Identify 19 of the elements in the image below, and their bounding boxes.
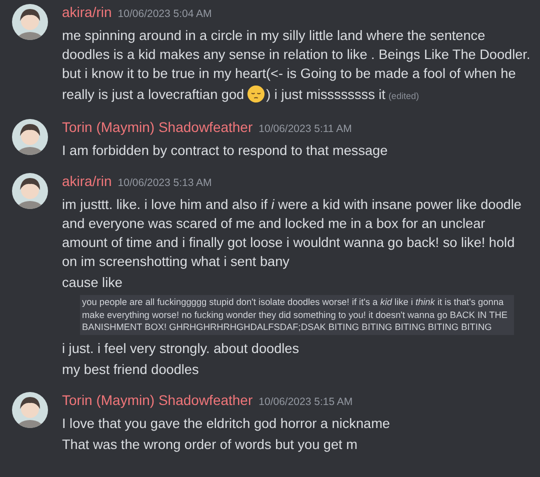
message-text: really is just a lovecraftian god xyxy=(62,87,244,102)
edited-label: (edited) xyxy=(388,91,419,101)
timestamp: 10/06/2023 5:04 AM xyxy=(118,8,212,20)
author-name[interactable]: Torin (Maymin) Shadowfeather xyxy=(62,392,253,408)
message-text: ) i just missssssss it xyxy=(266,87,386,102)
author-name[interactable]: akira/rin xyxy=(62,173,112,189)
timestamp: 10/06/2023 5:11 AM xyxy=(258,123,352,135)
message-text: That was the wrong order of words but you get m xyxy=(62,436,358,452)
timestamp: 10/06/2023 5:13 AM xyxy=(118,177,212,189)
message-text: i just. i feel very strongly. about doodles xyxy=(62,340,300,356)
pensive-face-icon xyxy=(247,85,266,103)
timestamp: 10/06/2023 5:15 AM xyxy=(258,396,353,408)
author-name[interactable]: Torin (Maymin) Shadowfeather xyxy=(62,119,253,135)
author-name[interactable]: akira/rin xyxy=(62,4,112,20)
message-text: my best friend doodles xyxy=(62,362,199,376)
message-text: I am forbidden by contract to respond to that message xyxy=(62,143,388,158)
message-text: I love that you gave the eldritch god horror a nickname xyxy=(62,416,390,430)
message-text: cause like xyxy=(62,275,122,290)
quoted-text: you people are all fuckinggggg stupid don't isolate doodles worse! if it's a kid like i think it is that's gonna make everything worse! no fucking wonder they did something to you! it doesn't wanna go BACK IN THE BANISHMENT BOX! GHRHGHRHRHGHDALFSDAF;DSAK BITING BITING BITING BITING BITING xyxy=(80,295,514,334)
